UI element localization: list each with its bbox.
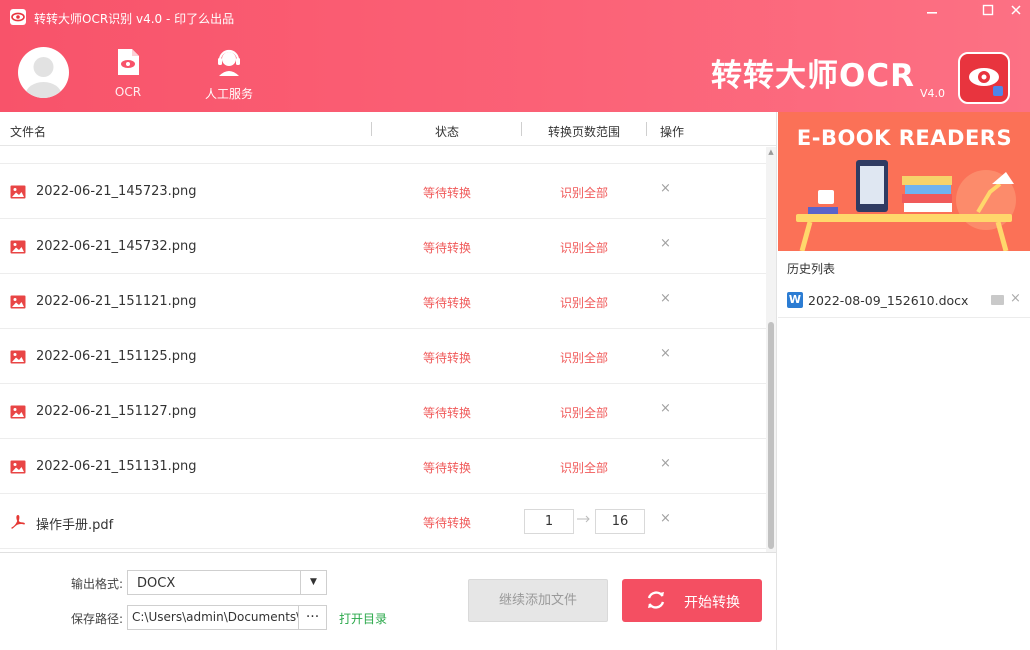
save-path-label: 保存路径: — [71, 612, 124, 626]
user-avatar[interactable] — [18, 47, 69, 98]
brand-version: V4.0 — [920, 87, 946, 100]
nav-ocr-label: OCR — [114, 85, 142, 99]
folder-icon[interactable] — [991, 295, 1004, 305]
nav-human-service-label: 人工服务 — [204, 87, 253, 101]
app-header: 转转大师OCR识别 v4.0 - 印了么出品 OCR 人工服务 转转大师OCR … — [0, 0, 1030, 112]
file-status: 等待转换 — [423, 406, 472, 420]
maximize-icon[interactable] — [977, 4, 999, 22]
column-divider — [646, 122, 647, 136]
column-divider — [371, 122, 372, 136]
table-row[interactable]: 2022-06-21_151127.png 等待转换 识别全部 × — [0, 384, 766, 439]
output-format-value: DOCX — [137, 576, 176, 591]
arrow-right-icon — [577, 513, 591, 526]
file-name: 2022-06-21_151127.png — [36, 404, 197, 419]
image-file-icon — [10, 184, 26, 200]
table-row[interactable]: 2022-06-21_145732.png 等待转换 识别全部 × — [0, 219, 766, 274]
column-header-page-range: 转换页数范围 — [548, 125, 621, 139]
file-name: 2022-06-21_145723.png — [36, 184, 197, 199]
page-range-all[interactable]: 识别全部 — [560, 239, 608, 256]
image-file-icon — [10, 459, 26, 475]
file-status: 等待转换 — [423, 296, 472, 310]
refresh-icon — [644, 588, 668, 612]
right-sidebar: E-BOOK READERS 历史列表 W 2022-08-09_152610.… — [776, 112, 1030, 650]
window-title: 转转大师OCR识别 v4.0 - 印了么出品 — [34, 12, 235, 26]
delete-icon[interactable]: × — [660, 236, 671, 251]
ebook-readers-banner[interactable]: E-BOOK READERS — [778, 112, 1030, 251]
delete-icon[interactable]: × — [660, 291, 671, 306]
file-status: 等待转换 — [423, 186, 472, 200]
app-eye-icon — [10, 9, 26, 25]
delete-icon[interactable]: × — [660, 346, 671, 361]
history-list-title: 历史列表 — [787, 262, 836, 276]
brand-title: 转转大师OCR — [711, 58, 915, 94]
delete-icon[interactable]: × — [1010, 291, 1021, 306]
word-icon: W — [787, 292, 803, 308]
browse-path-button[interactable]: ··· — [299, 605, 327, 630]
chevron-down-icon[interactable]: ▼ — [300, 571, 326, 594]
headset-icon — [215, 47, 243, 77]
scroll-up-icon[interactable]: ▲ — [766, 147, 776, 157]
conversion-settings: 输出格式: DOCX ▼ 保存路径: C:\Users\admin\Docume… — [0, 552, 776, 650]
scrollbar-thumb[interactable] — [768, 322, 774, 549]
file-status: 等待转换 — [423, 516, 472, 530]
table-row[interactable]: 2022-06-21_151125.png 等待转换 识别全部 × — [0, 329, 766, 384]
title-bar: 转转大师OCR识别 v4.0 - 印了么出品 — [0, 0, 1030, 34]
table-row[interactable]: 操作手册.pdf 等待转换 1 16 × — [0, 494, 766, 549]
page-range-all[interactable]: 识别全部 — [560, 184, 608, 201]
file-status: 等待转换 — [423, 241, 472, 255]
file-name: 操作手册.pdf — [36, 518, 114, 533]
output-format-select[interactable]: DOCX ▼ — [127, 570, 327, 595]
file-name: 2022-06-21_145732.png — [36, 239, 197, 254]
pdf-file-icon — [10, 514, 26, 530]
table-row[interactable] — [0, 147, 766, 164]
table-row[interactable]: 2022-06-21_151131.png 等待转换 识别全部 × — [0, 439, 766, 494]
page-range-from-input[interactable]: 1 — [524, 509, 574, 534]
file-table: 文件名 状态 转换页数范围 操作 2022-06-21_145723.png 等… — [0, 112, 776, 552]
column-header-filename: 文件名 — [10, 125, 47, 139]
save-path-input[interactable]: C:\Users\admin\Documents\ — [127, 605, 299, 630]
page-range-all[interactable]: 识别全部 — [560, 404, 608, 421]
delete-icon[interactable]: × — [660, 456, 671, 471]
page-range-all[interactable]: 识别全部 — [560, 294, 608, 311]
column-header-status: 状态 — [435, 125, 460, 139]
file-name: 2022-06-21_151125.png — [36, 349, 197, 364]
close-icon[interactable] — [1005, 4, 1027, 22]
file-status: 等待转换 — [423, 351, 472, 365]
open-directory-link[interactable]: 打开目录 — [339, 610, 387, 627]
output-format-label: 输出格式: — [71, 577, 124, 591]
page-range-to-input[interactable]: 16 — [595, 509, 645, 534]
table-row[interactable]: 2022-06-21_145723.png 等待转换 识别全部 × — [0, 164, 766, 219]
image-file-icon — [10, 294, 26, 310]
image-file-icon — [10, 239, 26, 255]
delete-icon[interactable]: × — [660, 401, 671, 416]
nav-human-service[interactable]: 人工服务 — [198, 47, 260, 103]
image-file-icon — [10, 349, 26, 365]
file-name: 2022-06-21_151131.png — [36, 459, 197, 474]
start-conversion-label: 开始转换 — [684, 595, 740, 611]
delete-icon[interactable]: × — [660, 181, 671, 196]
document-eye-icon — [114, 47, 142, 77]
history-list-item[interactable]: W 2022-08-09_152610.docx × — [778, 284, 1030, 318]
banner-illustration — [796, 160, 1016, 251]
brand-logo-icon — [958, 52, 1010, 104]
start-conversion-button[interactable]: 开始转换 — [622, 579, 762, 622]
table-row[interactable]: 2022-06-21_151121.png 等待转换 识别全部 × — [0, 274, 766, 329]
page-range-all[interactable]: 识别全部 — [560, 459, 608, 476]
page-range-all[interactable]: 识别全部 — [560, 349, 608, 366]
file-name: 2022-06-21_151121.png — [36, 294, 197, 309]
nav-ocr[interactable]: OCR — [106, 47, 150, 103]
table-header: 文件名 状态 转换页数范围 操作 — [0, 112, 776, 146]
column-header-action: 操作 — [660, 125, 685, 139]
save-path-value: C:\Users\admin\Documents\ — [132, 610, 299, 624]
history-file-name: 2022-08-09_152610.docx — [808, 293, 969, 308]
delete-icon[interactable]: × — [660, 511, 671, 526]
column-divider — [521, 122, 522, 136]
add-files-button[interactable]: 继续添加文件 — [468, 579, 608, 622]
minimize-icon[interactable] — [921, 4, 943, 22]
image-file-icon — [10, 404, 26, 420]
table-body[interactable]: 2022-06-21_145723.png 等待转换 识别全部 × 2022-0… — [0, 147, 766, 552]
file-status: 等待转换 — [423, 461, 472, 475]
